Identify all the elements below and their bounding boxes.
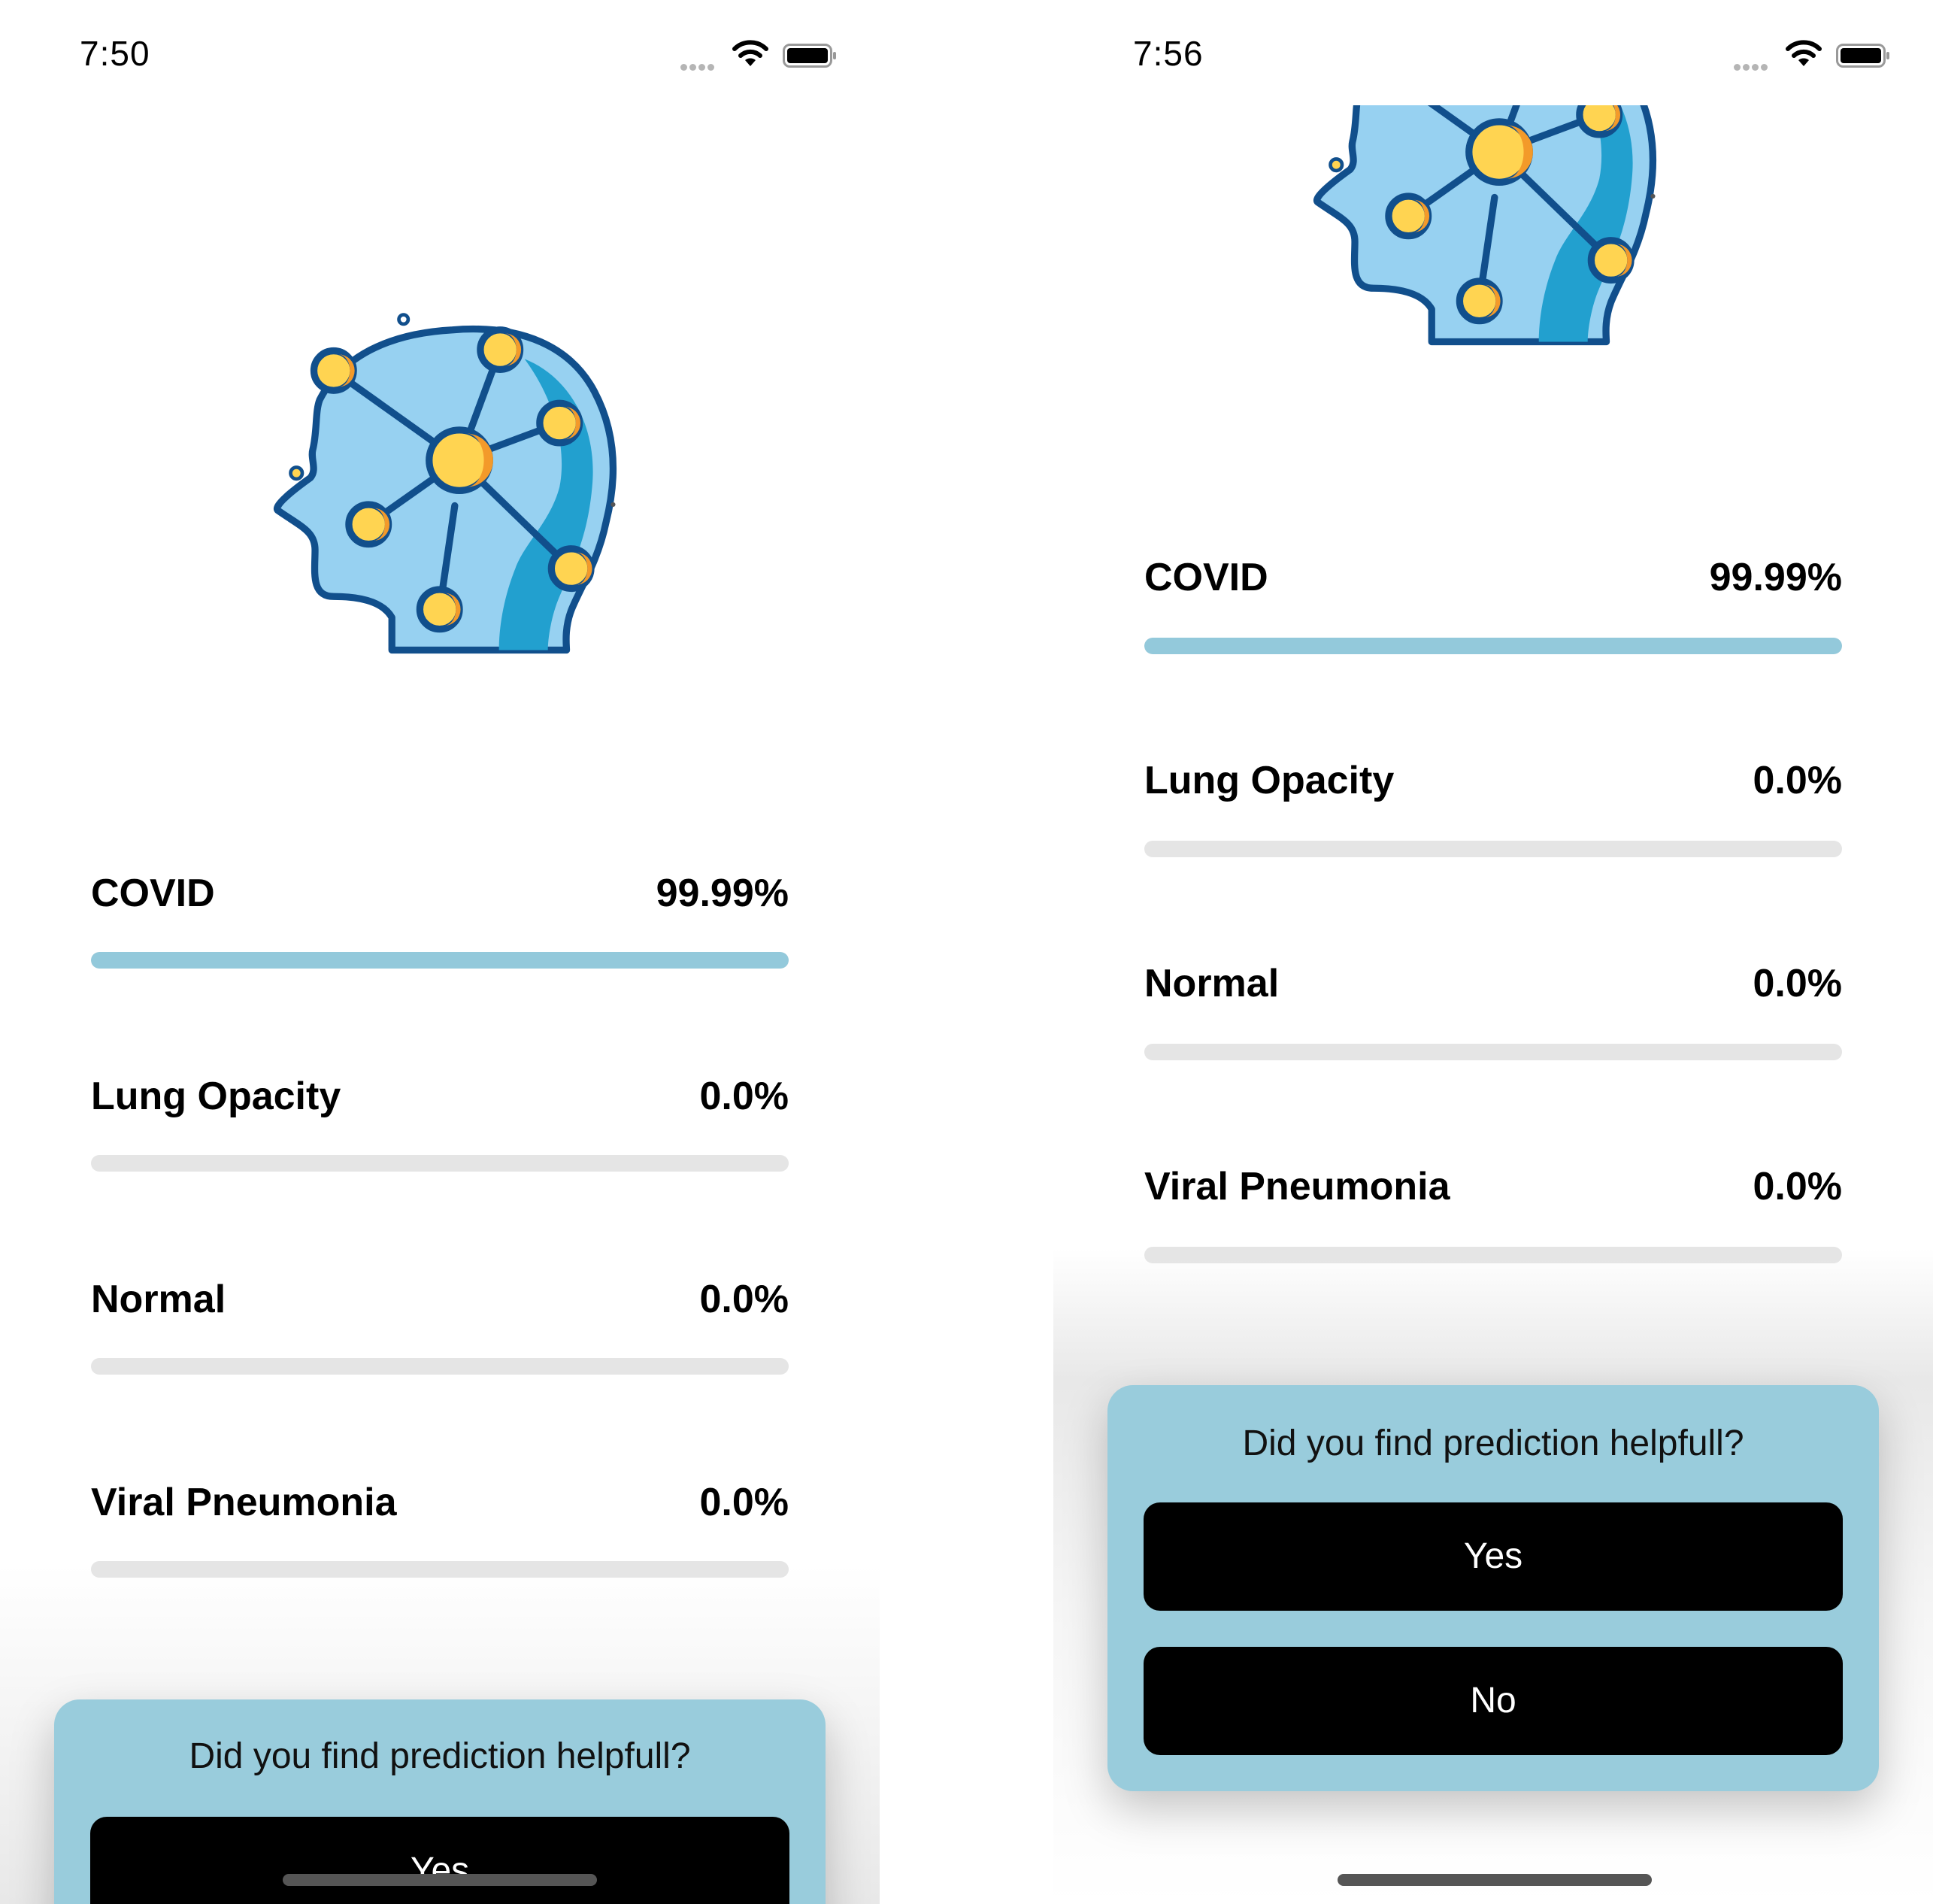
feedback-card: Did you find prediction helpfull? Yes No — [1107, 1385, 1879, 1791]
prediction-progress-bar — [91, 1155, 789, 1172]
home-indicator[interactable] — [1338, 1874, 1652, 1886]
prediction-label: COVID — [1144, 556, 1268, 599]
prediction-progress-bar — [1144, 638, 1842, 654]
ai-head-network-icon — [266, 301, 627, 662]
prediction-percentage: 0.0% — [699, 1278, 789, 1321]
progress-fill — [1144, 638, 1842, 654]
wifi-icon — [732, 40, 768, 66]
prediction-row-lung-opacity: Lung Opacity 0.0% — [1144, 758, 1842, 811]
wifi-icon — [1786, 40, 1822, 66]
prediction-label: Viral Pneumonia — [1144, 1165, 1450, 1208]
prediction-label: Normal — [1144, 962, 1280, 1005]
prediction-row-viral-pneumonia: Viral Pneumonia 0.0% — [1144, 1164, 1842, 1217]
yes-button[interactable]: Yes — [90, 1817, 789, 1904]
progress-fill — [91, 952, 789, 969]
prediction-label: Viral Pneumonia — [91, 1481, 397, 1524]
prediction-percentage: 0.0% — [1753, 1165, 1842, 1208]
prediction-progress-bar — [1144, 1044, 1842, 1060]
prediction-progress-bar — [91, 1358, 789, 1375]
cellular-signal-icon — [1734, 61, 1770, 74]
prediction-row-normal: Normal 0.0% — [1144, 961, 1842, 1014]
prediction-row-viral-pneumonia: Viral Pneumonia 0.0% — [91, 1480, 789, 1533]
battery-icon — [783, 44, 836, 68]
feedback-question: Did you find prediction helpfull? — [189, 1736, 691, 1776]
status-time: 7:56 — [1133, 34, 1204, 73]
feedback-question: Did you find prediction helpfull? — [1242, 1423, 1744, 1463]
prediction-percentage: 0.0% — [699, 1075, 789, 1118]
prediction-row-normal: Normal 0.0% — [91, 1277, 789, 1329]
prediction-label: Lung Opacity — [91, 1075, 341, 1118]
status-bar: 7:50 — [0, 0, 880, 105]
prediction-label: Lung Opacity — [1144, 759, 1395, 802]
prediction-row-lung-opacity: Lung Opacity 0.0% — [91, 1074, 789, 1126]
prediction-percentage: 0.0% — [1753, 962, 1842, 1005]
cellular-signal-icon — [680, 61, 717, 74]
status-time: 7:50 — [80, 34, 150, 73]
prediction-label: Normal — [91, 1278, 226, 1321]
prediction-percentage: 0.0% — [1753, 759, 1842, 802]
status-bar: 7:56 — [1053, 0, 1933, 105]
prediction-row-covid: COVID 99.99% — [1144, 555, 1842, 608]
battery-icon — [1836, 44, 1889, 68]
prediction-percentage: 99.99% — [1709, 556, 1842, 599]
prediction-percentage: 0.0% — [699, 1481, 789, 1524]
prediction-label: COVID — [91, 872, 215, 915]
prediction-percentage: 99.99% — [656, 872, 789, 915]
prediction-row-covid: COVID 99.99% — [91, 871, 789, 923]
phone-screen-right: 7:56 COVID 99.99% Lung Opacity 0.0% Norm… — [1053, 0, 1933, 1904]
prediction-progress-bar — [1144, 841, 1842, 857]
prediction-progress-bar — [91, 952, 789, 969]
home-indicator[interactable] — [283, 1874, 597, 1886]
yes-button[interactable]: Yes — [1144, 1502, 1843, 1611]
phone-screen-left: 7:50 COVID 99.99% Lung Opacity 0.0% Norm… — [0, 0, 880, 1904]
no-button[interactable]: No — [1144, 1647, 1843, 1755]
